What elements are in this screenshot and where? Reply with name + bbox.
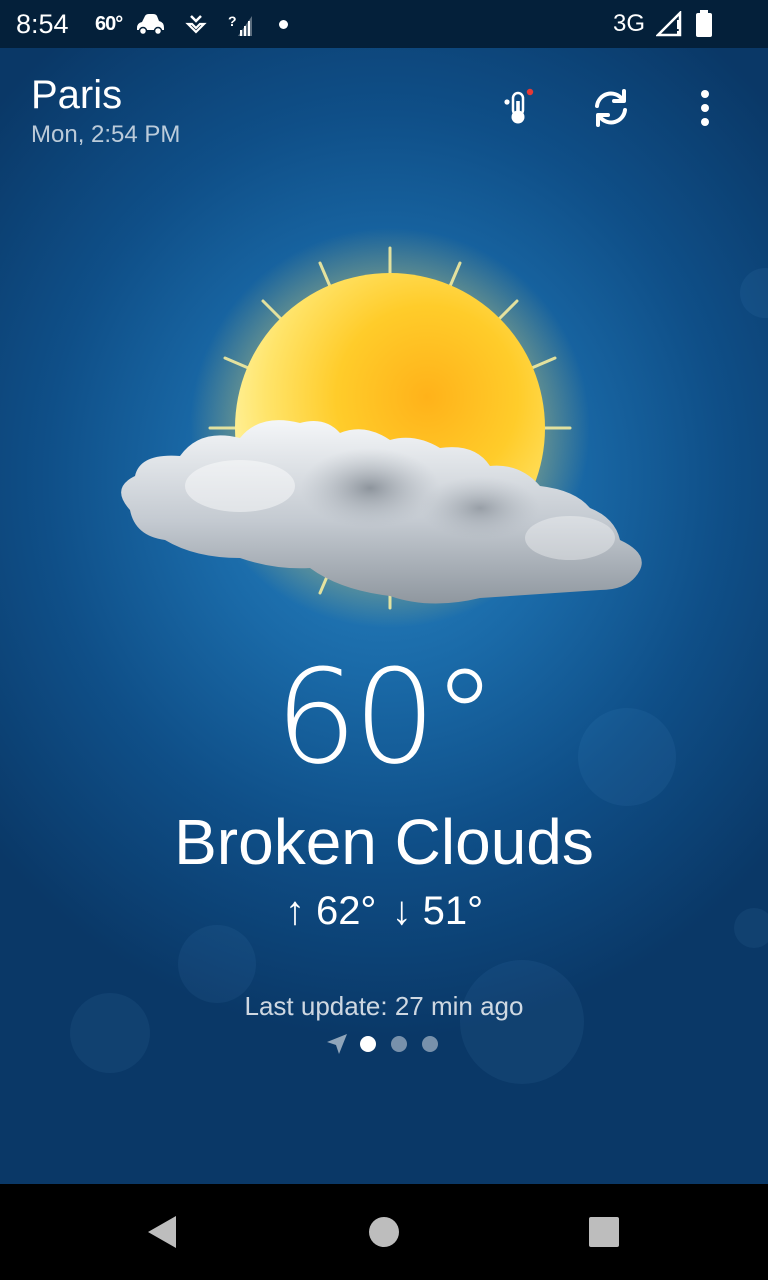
weather-condition: Broken Clouds: [174, 806, 594, 878]
city-name[interactable]: Paris: [31, 71, 122, 119]
svg-text:?: ?: [228, 13, 237, 29]
page-dot-2[interactable]: [391, 1036, 407, 1052]
home-icon: [369, 1217, 399, 1247]
refresh-button[interactable]: [587, 84, 635, 132]
temperature-alerts-button[interactable]: [494, 84, 542, 132]
status-temperature: 60°: [95, 13, 123, 35]
page-indicator: [0, 1033, 768, 1055]
page-dot-3[interactable]: [422, 1036, 438, 1052]
refresh-icon: [595, 89, 627, 127]
page-dot-1[interactable]: [360, 1036, 376, 1052]
cell-signal-icon: [654, 9, 686, 37]
alert-indicator-dot: [526, 88, 534, 96]
screen: 8:54 60° ? 3G Paris Mon, 2:54 PM 60° Bro…: [0, 0, 768, 1280]
status-time: 8:54: [16, 9, 69, 39]
weather-main-panel[interactable]: Paris Mon, 2:54 PM 60° Broken Clouds ↑ 6…: [0, 48, 768, 1184]
current-location-icon[interactable]: [326, 1033, 348, 1055]
recents-icon: [589, 1217, 619, 1247]
weather-condition-icon: [100, 218, 670, 638]
low-temperature: ↓ 51°: [391, 889, 484, 933]
download-app-icon: [184, 12, 214, 36]
battery-icon: [694, 10, 724, 37]
more-vert-icon: [701, 90, 709, 126]
bokeh-decoration: [460, 960, 584, 1084]
navigation-bar: [0, 1184, 768, 1280]
current-temperature: 60°: [274, 641, 497, 793]
last-update-text: Last update: 27 min ago: [244, 991, 524, 1021]
network-type: 3G: [613, 10, 646, 37]
back-button[interactable]: [132, 1202, 192, 1262]
high-temperature: ↑ 62°: [284, 889, 377, 933]
home-button[interactable]: [354, 1202, 414, 1262]
high-low-temperature: ↑ 62° ↓ 51°: [0, 886, 768, 936]
more-options-button[interactable]: [681, 84, 729, 132]
back-icon: [148, 1216, 176, 1248]
local-datetime: Mon, 2:54 PM: [31, 121, 181, 148]
bokeh-decoration: [740, 268, 768, 318]
notification-dot-icon: [279, 20, 288, 29]
recents-button[interactable]: [574, 1202, 634, 1262]
thermometer-icon: [504, 88, 534, 124]
no-signal-icon: ?: [228, 12, 258, 36]
car-icon: [134, 12, 164, 36]
status-bar: 8:54 60° ? 3G: [0, 0, 768, 48]
